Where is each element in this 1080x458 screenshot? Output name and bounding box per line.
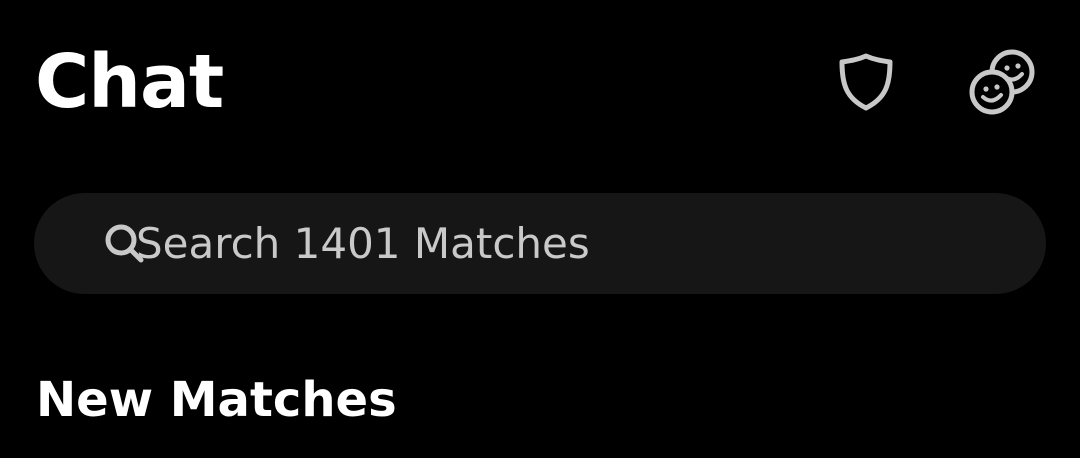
search-input[interactable]	[136, 193, 1016, 294]
new-matches-heading: New Matches	[36, 372, 397, 428]
shield-icon	[839, 53, 893, 111]
double-smiley-icon	[969, 49, 1035, 115]
page-title: Chat	[35, 39, 224, 125]
safety-button[interactable]	[830, 46, 902, 118]
matches-button[interactable]	[966, 46, 1038, 118]
chat-header: Chat	[0, 0, 1080, 170]
search-bar[interactable]	[34, 193, 1046, 294]
